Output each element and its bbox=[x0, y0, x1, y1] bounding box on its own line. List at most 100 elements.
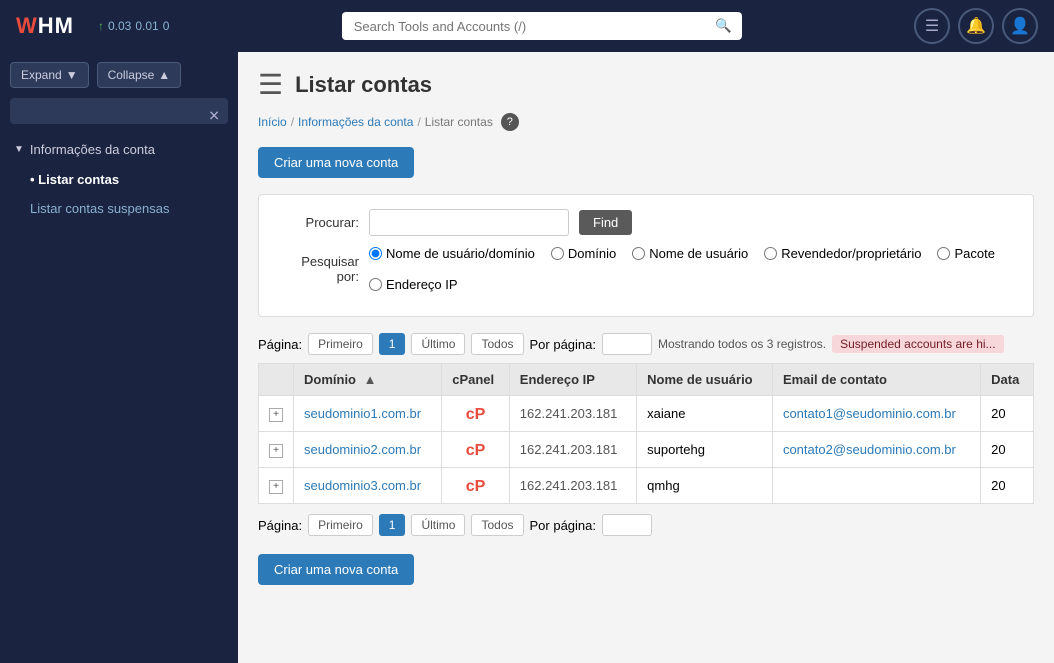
cpanel-icon: cP bbox=[466, 478, 486, 495]
radio-package[interactable]: Pacote bbox=[937, 246, 994, 261]
page-header: ☰ Listar contas bbox=[258, 68, 1034, 101]
sidebar-item-list-accounts[interactable]: Listar contas bbox=[0, 165, 238, 194]
breadcrumb-sep2: / bbox=[417, 115, 420, 129]
topbar-icons: ☰ 🔔 👤 bbox=[914, 8, 1038, 44]
topbar: WHM ↑ 0.03 0.01 0 🔍 ☰ 🔔 👤 bbox=[0, 0, 1054, 52]
domain-link[interactable]: seudominio2.com.br bbox=[304, 442, 421, 457]
main-layout: Expand ▼ Collapse ▲ Listar contas ✕ ▼ In… bbox=[0, 52, 1054, 663]
current-page-button-top[interactable]: 1 bbox=[379, 333, 406, 355]
first-page-button-top[interactable]: Primeiro bbox=[308, 333, 373, 355]
col-cpanel: cPanel bbox=[442, 364, 510, 396]
domain-cell: seudominio1.com.br bbox=[294, 396, 442, 432]
sidebar-search-container: Listar contas ✕ bbox=[0, 98, 238, 134]
sidebar-section-label: Informações da conta bbox=[30, 142, 155, 157]
per-page-label-bottom: Por página: bbox=[530, 518, 597, 533]
col-username: Nome de usuário bbox=[637, 364, 773, 396]
breadcrumb-parent[interactable]: Informações da conta bbox=[298, 115, 413, 129]
pagination-top: Página: Primeiro 1 Último Todos Por pági… bbox=[258, 333, 1034, 355]
col-ip: Endereço IP bbox=[509, 364, 636, 396]
email-link[interactable]: contato2@seudominio.com.br bbox=[783, 442, 956, 457]
all-pages-button-top[interactable]: Todos bbox=[471, 333, 523, 355]
search-input[interactable] bbox=[342, 13, 705, 40]
date-cell: 20 bbox=[981, 468, 1034, 504]
username-cell: qmhg bbox=[637, 468, 773, 504]
table-row: + seudominio2.com.br cP 162.241.203.181 … bbox=[259, 432, 1034, 468]
load3: 0 bbox=[163, 19, 170, 33]
radio-reseller[interactable]: Revendedor/proprietário bbox=[764, 246, 921, 261]
radio-domain[interactable]: Domínio bbox=[551, 246, 616, 261]
username-cell: suportehg bbox=[637, 432, 773, 468]
sort-arrow-icon: ▲ bbox=[364, 372, 377, 387]
expand-button[interactable]: Expand ▼ bbox=[10, 62, 89, 88]
page-header-icon: ☰ bbox=[258, 68, 283, 101]
col-domain-label: Domínio bbox=[304, 372, 356, 387]
sidebar-search-input[interactable]: Listar contas bbox=[10, 98, 228, 124]
notifications-icon-button[interactable]: 🔔 bbox=[958, 8, 994, 44]
content-area: ☰ Listar contas Início / Informações da … bbox=[238, 52, 1054, 663]
chevron-down-icon: ▼ bbox=[14, 144, 24, 155]
current-page-button-bottom[interactable]: 1 bbox=[379, 514, 406, 536]
whm-logo: WHM bbox=[16, 13, 74, 39]
username-cell: xaiane bbox=[637, 396, 773, 432]
table-row: + seudominio1.com.br cP 162.241.203.181 … bbox=[259, 396, 1034, 432]
load-arrow: ↑ bbox=[98, 19, 104, 33]
last-page-button-bottom[interactable]: Último bbox=[411, 514, 465, 536]
help-icon[interactable]: ? bbox=[501, 113, 519, 131]
find-button[interactable]: Find bbox=[579, 210, 632, 235]
domain-link[interactable]: seudominio1.com.br bbox=[304, 406, 421, 421]
expand-row-icon[interactable]: + bbox=[269, 444, 283, 458]
col-domain[interactable]: Domínio ▲ bbox=[294, 364, 442, 396]
breadcrumb-home[interactable]: Início bbox=[258, 115, 287, 129]
expand-row-icon[interactable]: + bbox=[269, 408, 283, 422]
per-page-label-top: Por página: bbox=[530, 337, 597, 352]
last-page-button-top[interactable]: Último bbox=[411, 333, 465, 355]
search-by-label: Pesquisar por: bbox=[279, 254, 359, 284]
accounts-table: Domínio ▲ cPanel Endereço IP Nome de usu… bbox=[258, 363, 1034, 504]
sidebar-toolbar: Expand ▼ Collapse ▲ bbox=[0, 52, 238, 98]
email-cell: contato1@seudominio.com.br bbox=[772, 396, 980, 432]
col-expand bbox=[259, 364, 294, 396]
radio-label-reseller: Revendedor/proprietário bbox=[781, 246, 921, 261]
date-cell: 20 bbox=[981, 432, 1034, 468]
first-page-button-bottom[interactable]: Primeiro bbox=[308, 514, 373, 536]
date-cell: 20 bbox=[981, 396, 1034, 432]
suspended-warning: Suspended accounts are hi... bbox=[832, 335, 1003, 353]
expand-cell: + bbox=[259, 468, 294, 504]
all-pages-button-bottom[interactable]: Todos bbox=[471, 514, 523, 536]
radio-label-username-domain: Nome de usuário/domínio bbox=[386, 246, 535, 261]
email-link[interactable]: contato1@seudominio.com.br bbox=[783, 406, 956, 421]
sidebar-item-label: Listar contas suspensas bbox=[30, 201, 169, 216]
pagination-label-bottom: Página: bbox=[258, 518, 302, 533]
create-account-button-top[interactable]: Criar uma nova conta bbox=[258, 147, 414, 178]
search-submit-button[interactable]: 🔍 bbox=[705, 12, 742, 40]
cpanel-icon: cP bbox=[466, 406, 486, 423]
user-icon-button[interactable]: 👤 bbox=[1002, 8, 1038, 44]
radio-ip[interactable]: Endereço IP bbox=[369, 277, 458, 292]
services-icon-button[interactable]: ☰ bbox=[914, 8, 950, 44]
procurar-input[interactable] bbox=[369, 209, 569, 236]
radio-username-domain[interactable]: Nome de usuário/domínio bbox=[369, 246, 535, 261]
sidebar-item-suspended-accounts[interactable]: Listar contas suspensas bbox=[0, 194, 238, 223]
email-cell: contato2@seudominio.com.br bbox=[772, 432, 980, 468]
search-label: Procurar: bbox=[279, 215, 359, 230]
domain-link[interactable]: seudominio3.com.br bbox=[304, 478, 421, 493]
pagination-bottom: Página: Primeiro 1 Último Todos Por pági… bbox=[258, 514, 1034, 536]
expand-row-icon[interactable]: + bbox=[269, 480, 283, 494]
domain-cell: seudominio3.com.br bbox=[294, 468, 442, 504]
radio-label-username: Nome de usuário bbox=[649, 246, 748, 261]
collapse-button[interactable]: Collapse ▲ bbox=[97, 62, 182, 88]
expand-cell: + bbox=[259, 396, 294, 432]
load2: 0.01 bbox=[135, 19, 158, 33]
per-page-input-bottom[interactable]: 30 bbox=[602, 514, 652, 536]
cpanel-cell: cP bbox=[442, 468, 510, 504]
search-panel: Procurar: Find Pesquisar por: Nome de us… bbox=[258, 194, 1034, 317]
sidebar-search-clear-button[interactable]: ✕ bbox=[208, 108, 220, 125]
create-account-button-bottom[interactable]: Criar uma nova conta bbox=[258, 554, 414, 585]
sidebar-section-account-info[interactable]: ▼ Informações da conta bbox=[0, 134, 238, 165]
per-page-input-top[interactable]: 30 bbox=[602, 333, 652, 355]
radio-username[interactable]: Nome de usuário bbox=[632, 246, 748, 261]
table-header: Domínio ▲ cPanel Endereço IP Nome de usu… bbox=[259, 364, 1034, 396]
domain-cell: seudominio2.com.br bbox=[294, 432, 442, 468]
load1: 0.03 bbox=[108, 19, 131, 33]
breadcrumb: Início / Informações da conta / Listar c… bbox=[258, 113, 1034, 131]
